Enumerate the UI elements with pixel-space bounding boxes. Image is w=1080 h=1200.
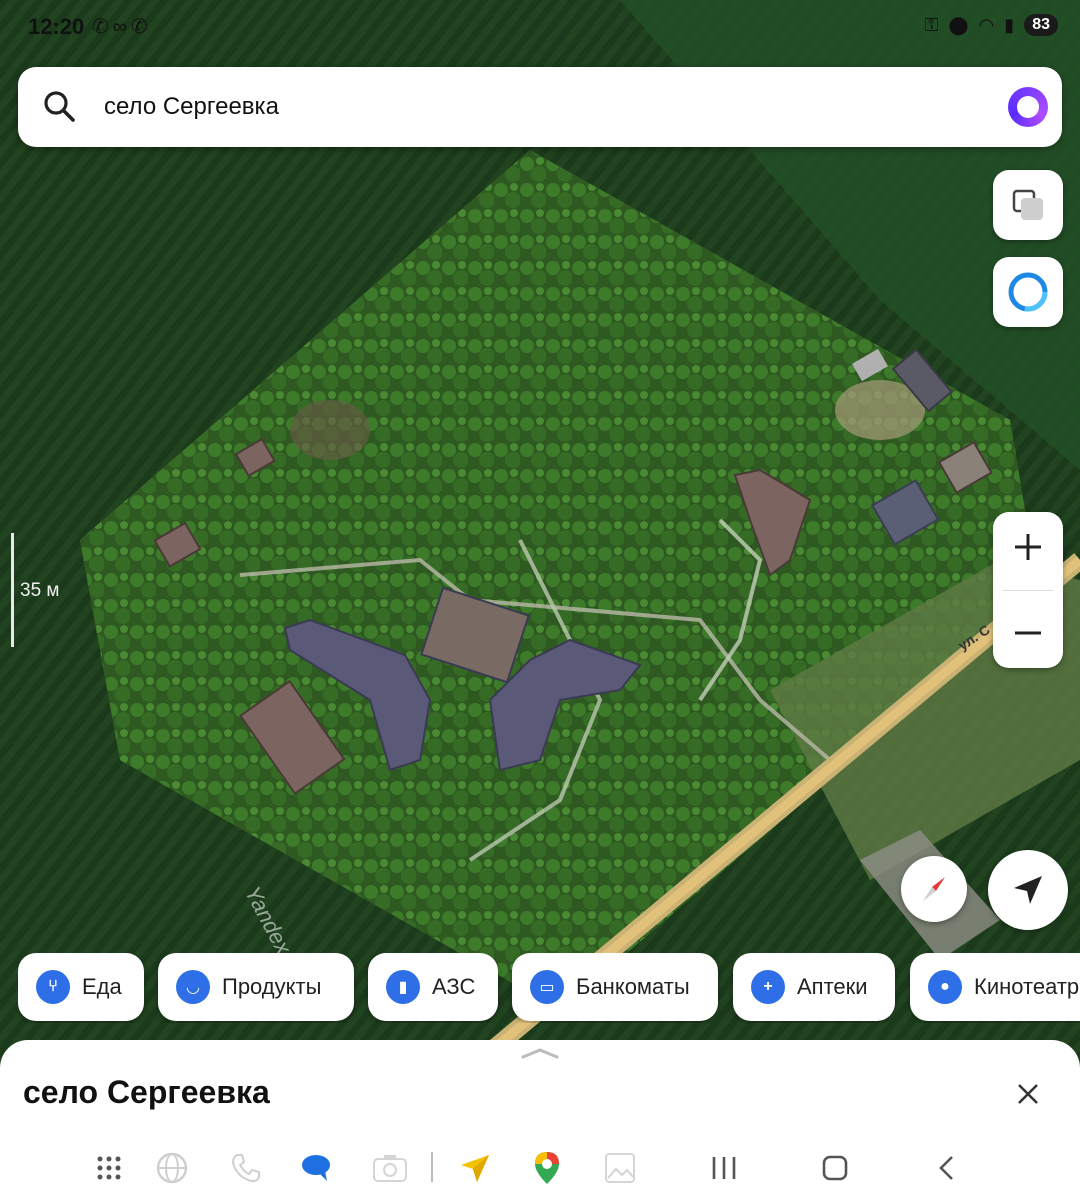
status-time: 12:20 (28, 14, 85, 39)
chip-label: Кинотеатр (974, 974, 1080, 999)
chip-gas-station[interactable]: ▮ АЗС (368, 953, 498, 1021)
atm-icon: ▭ (530, 970, 564, 1004)
compass-button[interactable] (901, 856, 967, 922)
cinema-icon: ● (928, 970, 962, 1004)
whatsapp-icon: ✆ (131, 16, 152, 38)
search-bar[interactable]: село Сергеевка (18, 67, 1062, 147)
gallery-icon[interactable] (600, 1148, 640, 1188)
chip-label: АЗС (432, 974, 476, 999)
place-title: село Сергеевка (23, 1074, 270, 1110)
category-chips: ⑂ Еда ◡ Продукты ▮ АЗС ▭ Банкоматы + Апт… (18, 953, 1080, 1023)
whatsapp-icon: ✆ (92, 16, 113, 38)
alice-voice-assistant-icon[interactable] (1008, 87, 1048, 127)
chip-pharmacies[interactable]: + Аптеки (733, 953, 895, 1021)
yandex-navigator-icon[interactable] (455, 1148, 495, 1188)
chip-label: Банкоматы (576, 974, 690, 999)
browser-icon[interactable] (152, 1148, 192, 1188)
battery-indicator: 83 (1024, 14, 1058, 36)
search-input[interactable]: село Сергеевка (104, 93, 279, 121)
plus-icon (1015, 534, 1041, 560)
chip-groceries[interactable]: ◡ Продукты (158, 953, 354, 1021)
phone-icon[interactable] (226, 1148, 266, 1188)
home-button[interactable] (815, 1148, 855, 1188)
my-location-button[interactable] (988, 850, 1068, 930)
taskbar-divider (431, 1152, 433, 1182)
chevron-up-icon[interactable] (520, 1046, 560, 1060)
layers-icon (1012, 189, 1043, 220)
minus-icon (1015, 631, 1041, 635)
location-icon: ⬤ (948, 14, 969, 35)
infinity-icon: ∞ (112, 16, 132, 38)
camera-icon[interactable] (370, 1148, 410, 1188)
messages-icon[interactable] (296, 1148, 336, 1188)
location-arrow-icon (1014, 876, 1042, 904)
pharmacy-icon: + (751, 970, 785, 1004)
status-right: ⚿ ⬤ ◠ ▮ 83 (925, 14, 1058, 36)
maps-pin-icon[interactable] (527, 1148, 567, 1188)
close-button[interactable] (1010, 1076, 1046, 1112)
chip-label: Продукты (222, 974, 322, 999)
notification-icons: ✆∞✆ (92, 14, 152, 39)
chip-label: Еда (82, 974, 122, 999)
zoom-divider (1003, 590, 1053, 591)
zoom-in-button[interactable] (993, 512, 1063, 582)
chip-cinemas[interactable]: ● Кинотеатр (910, 953, 1080, 1021)
status-bar: 12:20 ✆∞✆ ⚿ ⬤ ◠ ▮ 83 (0, 0, 1080, 56)
scale-label: 35 м (20, 580, 60, 601)
signal-icon: ▮ (1004, 14, 1015, 35)
close-icon (1018, 1084, 1038, 1104)
fuel-icon: ▮ (386, 970, 420, 1004)
zoom-out-button[interactable] (993, 598, 1063, 668)
chip-food[interactable]: ⑂ Еда (18, 953, 144, 1021)
fork-knife-icon: ⑂ (36, 970, 70, 1004)
search-icon[interactable] (40, 87, 80, 127)
wifi-icon: ◠ (978, 14, 995, 35)
zoom-controls (993, 512, 1063, 668)
system-taskbar (0, 1136, 1080, 1200)
recent-apps-button[interactable] (704, 1148, 744, 1188)
chip-atms[interactable]: ▭ Банкоматы (512, 953, 718, 1021)
scale-bar (11, 533, 14, 647)
layers-button[interactable] (993, 170, 1063, 240)
compass-icon (923, 877, 945, 901)
navigator-button[interactable] (993, 257, 1063, 327)
app-drawer-icon[interactable] (89, 1148, 129, 1188)
back-button[interactable] (927, 1148, 967, 1188)
navigator-ring-icon (1008, 272, 1048, 312)
basket-icon: ◡ (176, 970, 210, 1004)
key-icon: ⚿ (924, 14, 939, 35)
chip-label: Аптеки (797, 974, 868, 999)
